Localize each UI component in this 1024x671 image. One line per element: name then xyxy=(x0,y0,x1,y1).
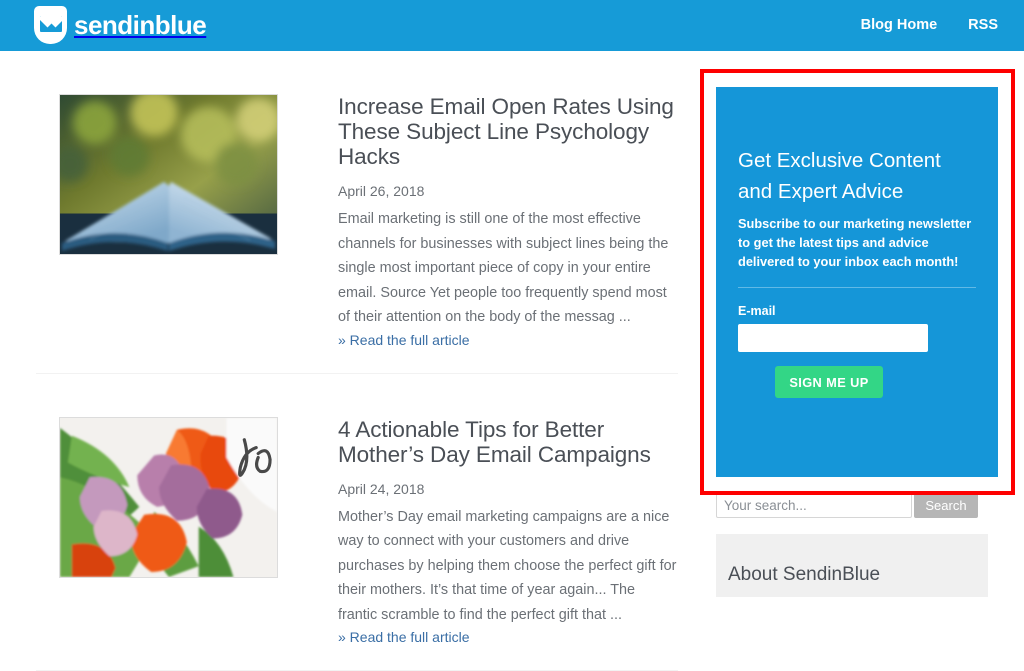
search-widget: Search xyxy=(716,493,978,518)
newsletter-signup-card: Get Exclusive Content and Expert Advice … xyxy=(716,87,998,477)
search-button[interactable]: Search xyxy=(914,493,978,518)
nav-link-blog-home[interactable]: Blog Home xyxy=(861,17,938,33)
about-sendinblue-card: About SendinBlue xyxy=(716,534,988,597)
search-input[interactable] xyxy=(716,493,912,518)
logo-text: sendinblue xyxy=(74,9,207,40)
article-title[interactable]: 4 Actionable Tips for Better Mother’s Da… xyxy=(338,417,678,467)
nav-link-rss[interactable]: RSS xyxy=(968,17,998,33)
article-thumbnail-tulips[interactable] xyxy=(59,416,278,578)
email-input[interactable] xyxy=(738,324,928,352)
about-title: About SendinBlue xyxy=(728,564,881,585)
article-text: 4 Actionable Tips for Better Mother’s Da… xyxy=(278,417,678,648)
article-text: Increase Email Open Rates Using These Su… xyxy=(278,94,678,350)
site-logo[interactable]: sendinblue xyxy=(34,6,207,44)
article-excerpt: Mother’s Day email marketing campaigns a… xyxy=(338,508,677,623)
read-full-article-link[interactable]: » Read the full article xyxy=(338,332,470,348)
article-list: Increase Email Open Rates Using These Su… xyxy=(36,51,678,671)
email-field-label: E-mail xyxy=(738,304,776,318)
article-thumbnail-open-book[interactable] xyxy=(59,94,278,255)
article-date: April 26, 2018 xyxy=(338,183,425,199)
read-full-article-link[interactable]: » Read the full article xyxy=(338,629,470,645)
article-excerpt: Email marketing is still one of the most… xyxy=(338,211,669,325)
article-title[interactable]: Increase Email Open Rates Using These Su… xyxy=(338,94,678,169)
cta-subtitle: Subscribe to our marketing newsletter to… xyxy=(738,216,972,269)
article-date: April 24, 2018 xyxy=(338,480,425,497)
article-item: 4 Actionable Tips for Better Mother’s Da… xyxy=(36,374,678,648)
envelope-shield-icon xyxy=(34,6,67,44)
site-header: sendinblue Blog Home RSS xyxy=(0,0,1024,51)
cta-divider xyxy=(738,287,976,288)
main-nav: Blog Home RSS xyxy=(861,17,998,33)
article-item: Increase Email Open Rates Using These Su… xyxy=(36,51,678,350)
cta-title: Get Exclusive Content and Expert Advice xyxy=(738,149,941,203)
sign-me-up-button[interactable]: SIGN ME UP xyxy=(775,366,883,398)
